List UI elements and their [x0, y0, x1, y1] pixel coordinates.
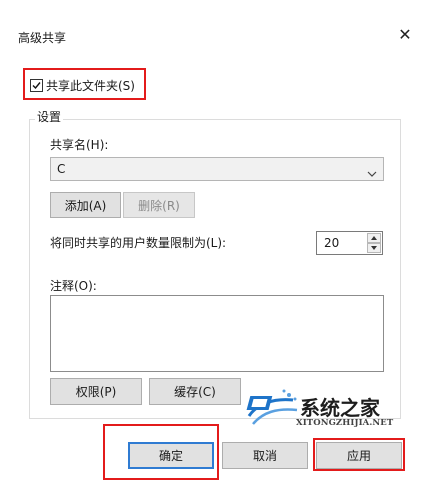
share-name-label: 共享名(H):: [50, 138, 109, 152]
add-button[interactable]: 添加(A): [50, 192, 121, 218]
watermark-logo-icon: [243, 386, 301, 433]
comments-label: 注释(O):: [50, 279, 97, 293]
ok-button-label: 确定: [158, 449, 183, 463]
checkbox-checked-icon[interactable]: [30, 78, 43, 92]
user-limit-spinner[interactable]: 20: [316, 231, 383, 255]
user-limit-value: 20: [324, 236, 340, 250]
watermark-name: 系统之家: [300, 396, 380, 420]
cancel-button[interactable]: 取消: [222, 442, 308, 469]
settings-legend: 设置: [35, 108, 64, 125]
dialog-title: 高级共享: [18, 31, 67, 45]
share-name-value: C: [57, 162, 66, 176]
share-name-dropdown[interactable]: C: [50, 157, 384, 181]
close-button[interactable]: ✕: [396, 26, 414, 44]
remove-button-label: 删除(R): [138, 198, 180, 213]
close-icon: ✕: [398, 25, 412, 44]
watermark-url: XITONGZHIJIA.NET: [296, 418, 394, 428]
remove-button[interactable]: 删除(R): [123, 192, 195, 218]
chevron-down-icon: [367, 166, 377, 180]
triangle-up-icon: [371, 236, 377, 240]
ok-button[interactable]: 确定: [128, 442, 214, 469]
spin-down-button[interactable]: [367, 243, 381, 253]
spin-up-button[interactable]: [367, 233, 381, 243]
permissions-button[interactable]: 权限(P): [50, 378, 142, 405]
caching-button-label: 缓存(C): [174, 385, 216, 399]
cancel-button-label: 取消: [252, 449, 277, 463]
permissions-button-label: 权限(P): [75, 385, 117, 399]
add-button-label: 添加(A): [64, 198, 107, 213]
share-folder-checkbox[interactable]: 共享此文件夹(S): [30, 77, 135, 93]
caching-button[interactable]: 缓存(C): [149, 378, 241, 405]
triangle-down-icon: [371, 246, 377, 250]
user-limit-label: 将同时共享的用户数量限制为(L):: [50, 236, 227, 250]
comments-textarea[interactable]: [50, 295, 384, 372]
share-folder-label: 共享此文件夹(S): [46, 78, 135, 93]
apply-button-label: 应用: [346, 449, 371, 463]
apply-button[interactable]: 应用: [316, 442, 402, 469]
